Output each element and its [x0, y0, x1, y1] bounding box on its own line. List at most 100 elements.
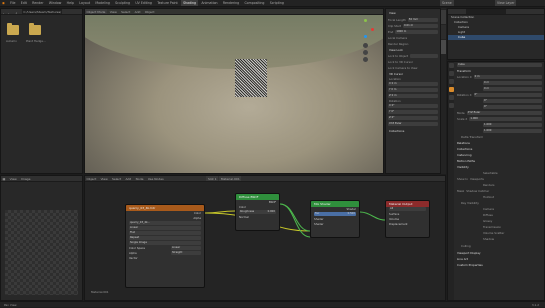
diffuse-bsdf-node[interactable]: Diffuse BSDF BSDF Color Roughness 0.000 N…	[235, 193, 280, 231]
view-layer-selector[interactable]: View Layer	[495, 0, 517, 6]
shadow-ray-checkbox[interactable]: Shadow	[483, 237, 494, 241]
interpolation-dropdown[interactable]: Linear	[129, 226, 201, 230]
outliner-row-cube[interactable]: Cube	[448, 35, 544, 40]
image-datablock-field[interactable]: quarry_03_4k...	[129, 221, 201, 225]
node-editor[interactable]: Object View Select Add Node Use Nodes Sl…	[84, 175, 446, 301]
location-x-field[interactable]: 0 m	[473, 75, 542, 79]
cursor-rotation-mode[interactable]: XYZ Euler	[388, 122, 438, 126]
location-z-field[interactable]: 0 m	[483, 87, 542, 91]
fac-field[interactable]: Fac 0.500	[314, 212, 356, 216]
material-tab-icon[interactable]	[449, 103, 454, 108]
tab-compositing[interactable]: Compositing	[242, 0, 266, 6]
renders-checkbox[interactable]: Renders	[483, 183, 494, 187]
lock-camera-checkbox[interactable]: Lock Camera to View	[388, 66, 417, 70]
lock-3d-cursor-checkbox[interactable]: Lock to 3D Cursor	[388, 60, 413, 64]
tool-tab-icon[interactable]	[449, 63, 454, 68]
image-texture-node[interactable]: quarry_03_4k.hdr Color Alpha quarry_03_4…	[125, 204, 205, 288]
tab-shading[interactable]: Shading	[181, 0, 199, 6]
tab-uv-editing[interactable]: UV Editing	[133, 0, 154, 6]
navigation-gizmo[interactable]	[355, 19, 375, 39]
glossy-ray-checkbox[interactable]: Glossy	[483, 219, 492, 223]
selectable-checkbox[interactable]: Selectable	[483, 171, 498, 175]
blender-icon[interactable]: ◉	[0, 0, 7, 6]
rotation-z-field[interactable]: 0°	[483, 105, 542, 109]
image-menu-view[interactable]: View	[8, 176, 18, 181]
scale-y-field[interactable]: 1.000	[483, 123, 542, 127]
shadow-catcher-checkbox[interactable]: Shadow Catcher	[466, 189, 489, 193]
focal-length-field[interactable]: 50 mm	[407, 18, 438, 22]
tab-rendering[interactable]: Rendering	[221, 0, 241, 6]
cursor-location-x[interactable]: X 0 m	[388, 82, 438, 86]
alpha-mode-dropdown[interactable]: Straight	[171, 251, 201, 255]
cursor-rotation-z[interactable]: Z 0°	[388, 116, 438, 120]
sidebar-tab-view[interactable]	[441, 40, 446, 54]
transmission-ray-checkbox[interactable]: Transmission	[483, 225, 501, 229]
viewport-menu-object[interactable]: Object	[143, 9, 156, 14]
sidebar-tab-tool[interactable]	[441, 25, 446, 39]
diffuse-ray-checkbox[interactable]: Diffuse	[483, 213, 493, 217]
viewport-menu-add[interactable]: Add	[133, 9, 142, 14]
image-menu-image[interactable]: Image	[20, 176, 32, 181]
rotation-y-field[interactable]: 0°	[483, 99, 542, 103]
location-y-field[interactable]: 0 m	[483, 81, 542, 85]
cursor-location-y[interactable]: Y 0 m	[388, 88, 438, 92]
image-canvas[interactable]	[5, 210, 78, 295]
menu-file[interactable]: File	[8, 0, 17, 6]
camera-view-icon[interactable]	[363, 57, 368, 62]
tab-scripting[interactable]: Scripting	[268, 0, 286, 6]
editor-type-icon[interactable]: ▦	[1, 176, 7, 181]
folder-icon[interactable]	[29, 23, 41, 35]
viewports-checkbox[interactable]: Viewports	[470, 177, 484, 181]
menu-help[interactable]: Help	[65, 0, 76, 6]
rotation-x-field[interactable]: 0°	[473, 93, 542, 97]
cursor-rotation-x[interactable]: X 0°	[388, 104, 438, 108]
object-tab-icon[interactable]	[449, 87, 454, 92]
zoom-icon[interactable]	[363, 43, 368, 48]
menu-edit[interactable]: Edit	[19, 0, 29, 6]
mode-selector[interactable]: Object Mode	[85, 9, 107, 14]
camera-ray-checkbox[interactable]: Camera	[483, 207, 494, 211]
tab-layout[interactable]: Layout	[77, 0, 92, 6]
scale-z-field[interactable]: 1.000	[483, 129, 542, 133]
culling-section[interactable]: Culling	[455, 242, 544, 250]
projection-dropdown[interactable]: Flat	[129, 231, 201, 235]
roughness-field[interactable]: Roughness 0.000	[239, 210, 276, 214]
local-camera-checkbox[interactable]: Local Camera	[388, 36, 407, 40]
color-space-dropdown[interactable]: Linear	[171, 246, 201, 250]
menu-window[interactable]: Window	[47, 0, 64, 6]
output-tab-icon[interactable]	[449, 79, 454, 84]
cube-noise-object[interactable]	[235, 59, 267, 97]
tab-modeling[interactable]: Modeling	[93, 0, 112, 6]
material-output-node[interactable]: Material Output All Surface Volume Displ…	[385, 200, 430, 238]
extension-dropdown[interactable]: Repeat	[129, 236, 201, 240]
cursor-rotation-y[interactable]: Y 0°	[388, 110, 438, 114]
viewport-menu-select[interactable]: Select	[120, 9, 132, 14]
object-name-field[interactable]: Cube	[457, 63, 542, 67]
scene-selector[interactable]: Scene	[440, 0, 454, 6]
tab-texture-paint[interactable]: Texture Paint	[155, 0, 180, 6]
source-dropdown[interactable]: Single Image	[129, 241, 201, 245]
folder-icon[interactable]	[7, 23, 19, 35]
collections-section[interactable]: Collections	[386, 127, 440, 135]
tab-animation[interactable]: Animation	[199, 0, 219, 6]
rotation-mode-field[interactable]: XYZ Euler	[466, 111, 542, 115]
holdout-checkbox[interactable]: Holdout	[483, 195, 494, 199]
sidebar-tab-item[interactable]	[441, 10, 446, 24]
lock-object-field[interactable]	[410, 54, 438, 58]
modifier-tab-icon[interactable]	[449, 95, 454, 100]
tab-sculpting[interactable]: Sculpting	[113, 0, 132, 6]
volume-scatter-checkbox[interactable]: Volume Scatter	[483, 231, 504, 235]
viewport-menu-view[interactable]: View	[108, 9, 118, 14]
clip-end-field[interactable]: 1000 m	[395, 30, 438, 34]
pan-icon[interactable]	[363, 50, 368, 55]
output-target-dropdown[interactable]: All	[389, 207, 426, 211]
menu-render[interactable]: Render	[30, 0, 45, 6]
render-region-checkbox[interactable]: Render Region	[388, 42, 408, 46]
cursor-location-z[interactable]: Z 0 m	[388, 94, 438, 98]
scale-x-field[interactable]: 1.000	[469, 117, 542, 121]
clip-start-field[interactable]: 0.01 m	[403, 24, 438, 28]
mix-shader-node[interactable]: Mix Shader Shader Fac 0.500 Shader Shader	[310, 200, 360, 238]
custom-properties-section[interactable]: Custom Properties	[455, 262, 544, 268]
render-tab-icon[interactable]	[449, 71, 454, 76]
3d-viewport[interactable]: Object Mode View Select Add Object	[84, 8, 384, 174]
